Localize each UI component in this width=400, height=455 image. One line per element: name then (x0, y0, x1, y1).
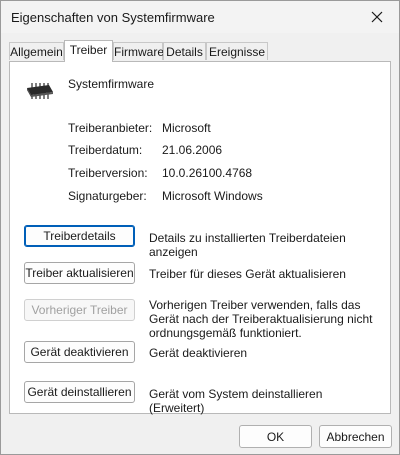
driver-tab-panel: Systemfirmware Treiberanbieter: Microsof… (9, 61, 391, 415)
uninstall-device-description: Gerät vom System deinstallieren (Erweite… (149, 387, 323, 415)
digital-signer-value: Microsoft Windows (162, 189, 263, 203)
device-name: Systemfirmware (68, 77, 155, 91)
uninstall-device-button[interactable]: Gerät deinstallieren (24, 381, 135, 403)
tab-treiber[interactable]: Treiber (64, 40, 113, 62)
roll-back-driver-description: Vorherigen Treiber verwenden, falls das … (149, 298, 373, 340)
driver-provider-label: Treiberanbieter: (68, 121, 153, 135)
driver-details-button[interactable]: Treiberdetails (24, 225, 135, 247)
update-driver-description: Treiber für dieses Gerät aktualisieren (149, 267, 346, 281)
close-icon (371, 11, 383, 23)
disable-device-button[interactable]: Gerät deaktivieren (24, 341, 135, 363)
tab-strip: Allgemein Treiber Firmware Details Ereig… (9, 40, 391, 62)
chip-icon (27, 83, 53, 99)
driver-version-label: Treiberversion: (68, 166, 148, 180)
tab-firmware[interactable]: Firmware (113, 42, 164, 60)
close-button[interactable] (355, 1, 399, 33)
tab-allgemein[interactable]: Allgemein (9, 42, 64, 60)
cancel-button[interactable]: Abbrechen (319, 425, 392, 448)
driver-details-description: Details zu installierten Treiberdateien … (149, 231, 346, 259)
title-bar: Eigenschaften von Systemfirmware (1, 1, 399, 33)
tab-details[interactable]: Details (163, 42, 206, 60)
window-title: Eigenschaften von Systemfirmware (11, 10, 215, 25)
disable-device-description: Gerät deaktivieren (149, 346, 248, 360)
driver-date-value: 21.06.2006 (162, 143, 223, 157)
digital-signer-label: Signaturgeber: (68, 189, 147, 203)
driver-date-label: Treiberdatum: (68, 143, 143, 157)
driver-provider-value: Microsoft (162, 121, 211, 135)
properties-dialog: Eigenschaften von Systemfirmware Allgeme… (0, 0, 400, 455)
update-driver-button[interactable]: Treiber aktualisieren (24, 262, 135, 284)
driver-version-value: 10.0.26100.4768 (162, 166, 253, 180)
ok-button[interactable]: OK (239, 425, 312, 448)
tab-ereignisse[interactable]: Ereignisse (206, 42, 268, 60)
roll-back-driver-button[interactable]: Vorheriger Treiber (24, 299, 135, 321)
